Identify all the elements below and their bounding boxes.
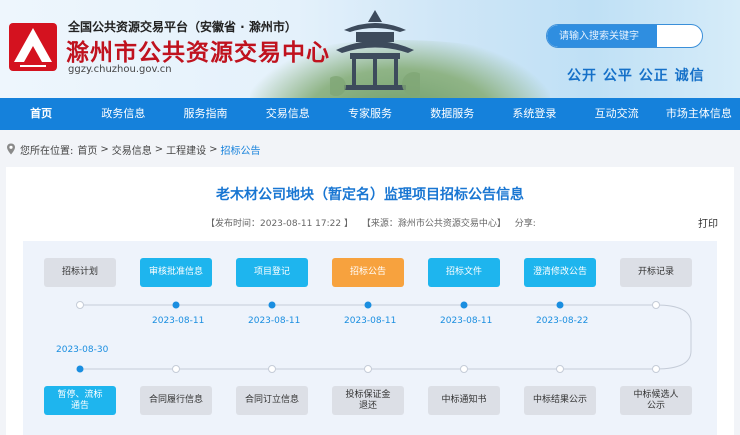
bottom-step-3[interactable]: 投标保证金 退还 [332,386,404,415]
breadcrumb: 您所在位置: 首页 > 交易信息 > 工程建设 > 招标公告 [0,140,261,158]
search-input[interactable] [547,25,657,47]
flow-line [80,304,692,370]
breadcrumb-home[interactable]: 首页 [77,142,97,157]
breadcrumb-trade-info[interactable]: 交易信息 [112,142,152,157]
top-step-1[interactable]: 审核批准信息 [140,258,212,287]
search-box [546,24,703,48]
top-node-4 [460,301,468,309]
breadcrumb-current[interactable]: 招标公告 [221,142,261,157]
top-node-3 [364,301,372,309]
top-step-5[interactable]: 澄清修改公告 [524,258,596,287]
top-node-0 [76,301,84,309]
site-title[interactable]: 滁州市公共资源交易中心 [66,33,330,67]
top-node-6 [652,301,660,309]
nav-market-entity-info[interactable]: 市场主体信息 [658,98,740,130]
process-flow: 招标计划 审核批准信息 2023-08-11 项目登记 2023-08-11 招标公告 20… [23,241,717,435]
top-node-2 [268,301,276,309]
print-button[interactable]: 打印 [698,215,718,230]
nav-service-guide[interactable]: 服务指南 [164,98,246,130]
article-title: 老木材公司地块（暂定名）监理项目招标公告信息 [216,187,524,203]
bottom-node-4 [460,365,468,373]
top-node-5 [556,301,564,309]
top-step-0[interactable]: 招标计划 [44,258,116,287]
bottom-step-1[interactable]: 合同履行信息 [140,386,212,415]
bottom-step-0[interactable]: 暂停、流标 通告 [44,386,116,415]
top-step-date-2: 2023-08-11 [248,316,301,326]
breadcrumb-engineering[interactable]: 工程建设 [166,142,206,157]
content-panel: 老木材公司地块（暂定名）监理项目招标公告信息 【发布时间：2023-08-11 … [6,167,734,435]
bottom-step-4[interactable]: 中标通知书 [428,386,500,415]
top-step-date-3: 2023-08-11 [344,316,397,326]
nav-government-info[interactable]: 政务信息 [82,98,164,130]
breadcrumb-prefix: 您所在位置: [20,145,74,157]
top-step-date-4: 2023-08-11 [440,316,493,326]
search-button[interactable] [657,25,702,47]
nav-interaction[interactable]: 互动交流 [576,98,658,130]
article-source: 【来源：滁州市公共资源交易中心】 [361,219,506,229]
site-logo-icon [9,23,57,71]
location-pin-icon [7,143,15,155]
pavilion-illustration [330,10,420,96]
nav-trade-info[interactable]: 交易信息 [247,98,329,130]
top-step-2[interactable]: 项目登记 [236,258,308,287]
site-domain: ggzy.chuzhou.gov.cn [68,64,172,75]
nav-home[interactable]: 首页 [0,98,82,130]
publish-time: 【发布时间：2023-08-11 17:22 】 [206,219,353,229]
top-step-6[interactable]: 开标记录 [620,258,692,287]
bottom-step-6[interactable]: 中标候选人 公示 [620,386,692,415]
top-step-date-1: 2023-08-11 [152,316,205,326]
bottom-step-date-0: 2023-08-30 [56,345,109,355]
top-step-3[interactable]: 招标公告 [332,258,404,287]
article-meta: 【发布时间：2023-08-11 17:22 】 【来源：滁州市公共资源交易中心… [206,216,542,229]
top-step-4[interactable]: 招标文件 [428,258,500,287]
bottom-step-5[interactable]: 中标结果公示 [524,386,596,415]
bottom-node-0 [76,365,84,373]
site-header: 全国公共资源交易平台（安徽省 · 滁州市） 滁州市公共资源交易中心 ggzy.c… [0,0,740,98]
bottom-node-6 [652,365,660,373]
share-label[interactable]: 分享: [515,219,536,229]
nav-expert-service[interactable]: 专家服务 [329,98,411,130]
bottom-node-5 [556,365,564,373]
nav-data-service[interactable]: 数据服务 [411,98,493,130]
main-nav: 首页 政务信息 服务指南 交易信息 专家服务 数据服务 系统登录 互动交流 市场… [0,98,740,130]
bottom-node-1 [172,365,180,373]
bottom-step-2[interactable]: 合同订立信息 [236,386,308,415]
nav-system-login[interactable]: 系统登录 [493,98,575,130]
top-step-date-5: 2023-08-22 [536,316,589,326]
top-node-1 [172,301,180,309]
slogan: 公开 公平 公正 诚信 [567,68,705,84]
bottom-node-3 [364,365,372,373]
bottom-node-2 [268,365,276,373]
